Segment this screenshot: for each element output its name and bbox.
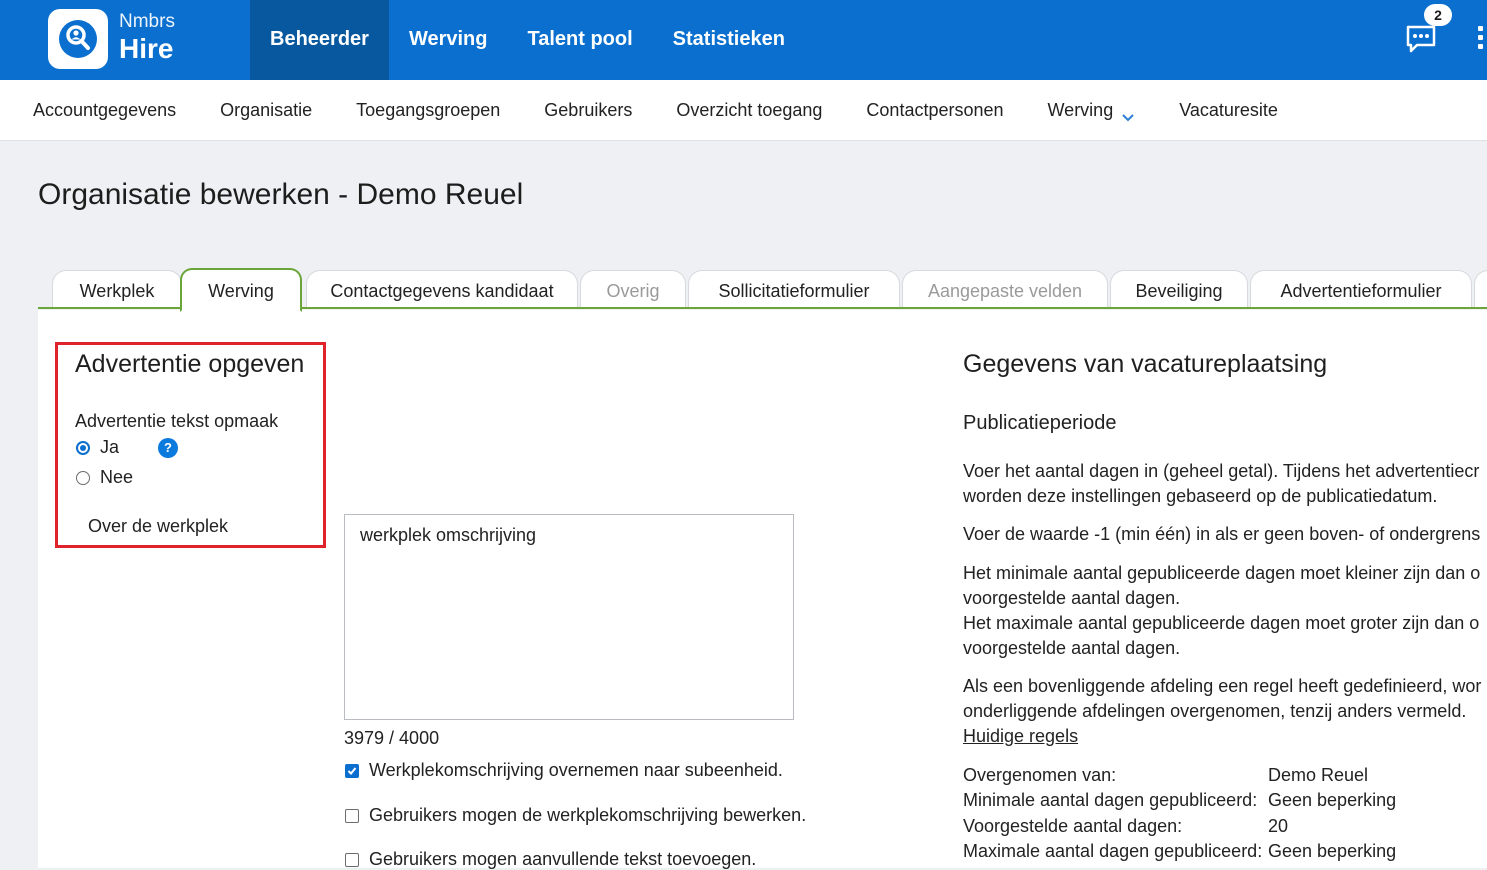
subnav-vacaturesite[interactable]: Vacaturesite	[1157, 100, 1300, 121]
subnav-label: Vacaturesite	[1179, 99, 1278, 120]
inherited-from-label: Overgenomen van:	[963, 765, 1117, 785]
nav-statistieken[interactable]: Statistieken	[653, 0, 805, 80]
subnav-toegangsgroepen[interactable]: Toegangsgroepen	[334, 100, 522, 121]
format-label: Advertentie tekst opmaak	[75, 411, 279, 431]
subnav-label: Organisatie	[220, 99, 313, 120]
about-workplace-label: Over de werkplek	[88, 516, 229, 536]
subnav-label: Contactpersonen	[866, 99, 1004, 120]
subnav-label: Werving	[1047, 99, 1114, 120]
info-paragraph-line: Voer de waarde -1 (min één) in als er ge…	[963, 524, 1481, 544]
checkbox-users-add-text-label[interactable]: Gebruikers mogen aanvullende tekst toevo…	[369, 849, 756, 870]
notification-badge: 2	[1424, 4, 1452, 26]
min-days-value: Geen beperking	[1268, 790, 1397, 810]
subnav-contactpersonen[interactable]: Contactpersonen	[844, 100, 1025, 121]
checkbox-inherit-description-label[interactable]: Werkplekomschrijving overnemen naar sube…	[369, 760, 783, 781]
sub-nav: Accountgegevens Organisatie Toegangsgroe…	[0, 80, 1487, 141]
nav-beheerder[interactable]: Beheerder	[250, 0, 389, 80]
nav-talent-pool[interactable]: Talent pool	[507, 0, 652, 80]
max-days-label: Maximale aantal dagen gepubliceerd:	[963, 841, 1263, 861]
logo-text: Nmbrs Hire	[119, 12, 175, 63]
info-paragraph-line: Voer het aantal dagen in (geheel getal).…	[963, 461, 1480, 481]
current-rules-link[interactable]: Huidige regels	[963, 724, 1078, 749]
suggested-days-value: 20	[1268, 816, 1289, 836]
radio-nee-label[interactable]: Nee	[100, 467, 133, 488]
radio-ja[interactable]	[76, 441, 90, 455]
suggested-days-label: Voorgestelde aantal dagen:	[963, 816, 1183, 836]
subnav-overzicht-toegang[interactable]: Overzicht toegang	[654, 100, 844, 121]
logo[interactable]	[48, 9, 108, 69]
workplace-description-textarea[interactable]: werkplek omschrijving	[344, 514, 794, 720]
publication-period-heading: Publicatieperiode	[963, 412, 1117, 434]
tab-overig: Overig	[580, 270, 686, 307]
tab-beveiliging[interactable]: Beveiliging	[1110, 270, 1248, 307]
char-counter: 3979 / 4000	[344, 728, 440, 748]
radio-nee[interactable]	[76, 471, 90, 485]
info-paragraph-line: Het minimale aantal gepubliceerde dagen …	[963, 563, 1481, 583]
product-name: Hire	[119, 33, 174, 64]
more-menu-icon[interactable]	[1478, 26, 1484, 50]
subnav-label: Toegangsgroepen	[356, 99, 501, 120]
subnav-werving-dropdown[interactable]: Werving	[1026, 99, 1158, 122]
page-title: Organisatie bewerken - Demo Reuel	[38, 178, 524, 211]
tab-overflow[interactable]	[1474, 270, 1487, 307]
chevron-down-icon	[1121, 107, 1135, 122]
tab-werving[interactable]: Werving	[180, 268, 302, 312]
subnav-label: Gebruikers	[544, 99, 633, 120]
tab-advertentieformulier[interactable]: Advertentieformulier	[1250, 270, 1472, 307]
info-paragraph-line: Het maximale aantal gepubliceerde dagen …	[963, 613, 1480, 633]
radio-ja-label[interactable]: Ja	[100, 437, 119, 458]
checkbox-users-edit[interactable]	[345, 809, 359, 823]
info-paragraph-line: worden deze instellingen gebaseerd op de…	[963, 486, 1438, 506]
subnav-label: Overzicht toegang	[676, 99, 823, 120]
chat-bubble-icon[interactable]	[1404, 22, 1438, 56]
info-paragraph-line: Als een bovenliggende afdeling een regel…	[963, 676, 1482, 696]
main-nav: Beheerder Werving Talent pool Statistiek…	[250, 0, 805, 80]
help-icon[interactable]: ?	[158, 438, 178, 458]
subnav-label: Accountgegevens	[33, 99, 177, 120]
subnav-organisatie[interactable]: Organisatie	[198, 100, 334, 121]
checkbox-users-add-text[interactable]	[345, 853, 359, 867]
info-paragraph-line: onderliggende afdelingen overgenomen, te…	[963, 701, 1467, 721]
top-bar: Nmbrs Hire Beheerder Werving Talent pool…	[0, 0, 1487, 80]
tab-werkplek[interactable]: Werkplek	[52, 270, 182, 307]
subnav-gebruikers[interactable]: Gebruikers	[522, 100, 654, 121]
info-paragraph-line: voorgestelde aantal dagen.	[963, 588, 1181, 608]
brand-name: Nmbrs	[119, 11, 175, 32]
min-days-label: Minimale aantal dagen gepubliceerd:	[963, 790, 1258, 810]
inherited-from-value: Demo Reuel	[1268, 765, 1369, 785]
advert-heading: Advertentie opgeven	[75, 350, 305, 378]
checkbox-users-edit-label[interactable]: Gebruikers mogen de werkplekomschrijving…	[369, 805, 806, 826]
search-person-icon	[59, 20, 97, 58]
tab-aangepaste-velden: Aangepaste velden	[902, 270, 1108, 307]
tab-sollicitatieformulier[interactable]: Sollicitatieformulier	[688, 270, 900, 307]
tab-bar: Werkplek Werving Contactgegevens kandida…	[38, 268, 1487, 312]
tab-contactgegevens-kandidaat[interactable]: Contactgegevens kandidaat	[306, 270, 578, 307]
max-days-value: Geen beperking	[1268, 841, 1397, 861]
checkbox-inherit-description[interactable]	[345, 764, 359, 778]
vacancy-heading: Gegevens van vacatureplaatsing	[963, 350, 1328, 378]
info-paragraph-line: voorgestelde aantal dagen.	[963, 638, 1181, 658]
nav-werving[interactable]: Werving	[389, 0, 508, 80]
subnav-accountgegevens[interactable]: Accountgegevens	[11, 100, 198, 121]
